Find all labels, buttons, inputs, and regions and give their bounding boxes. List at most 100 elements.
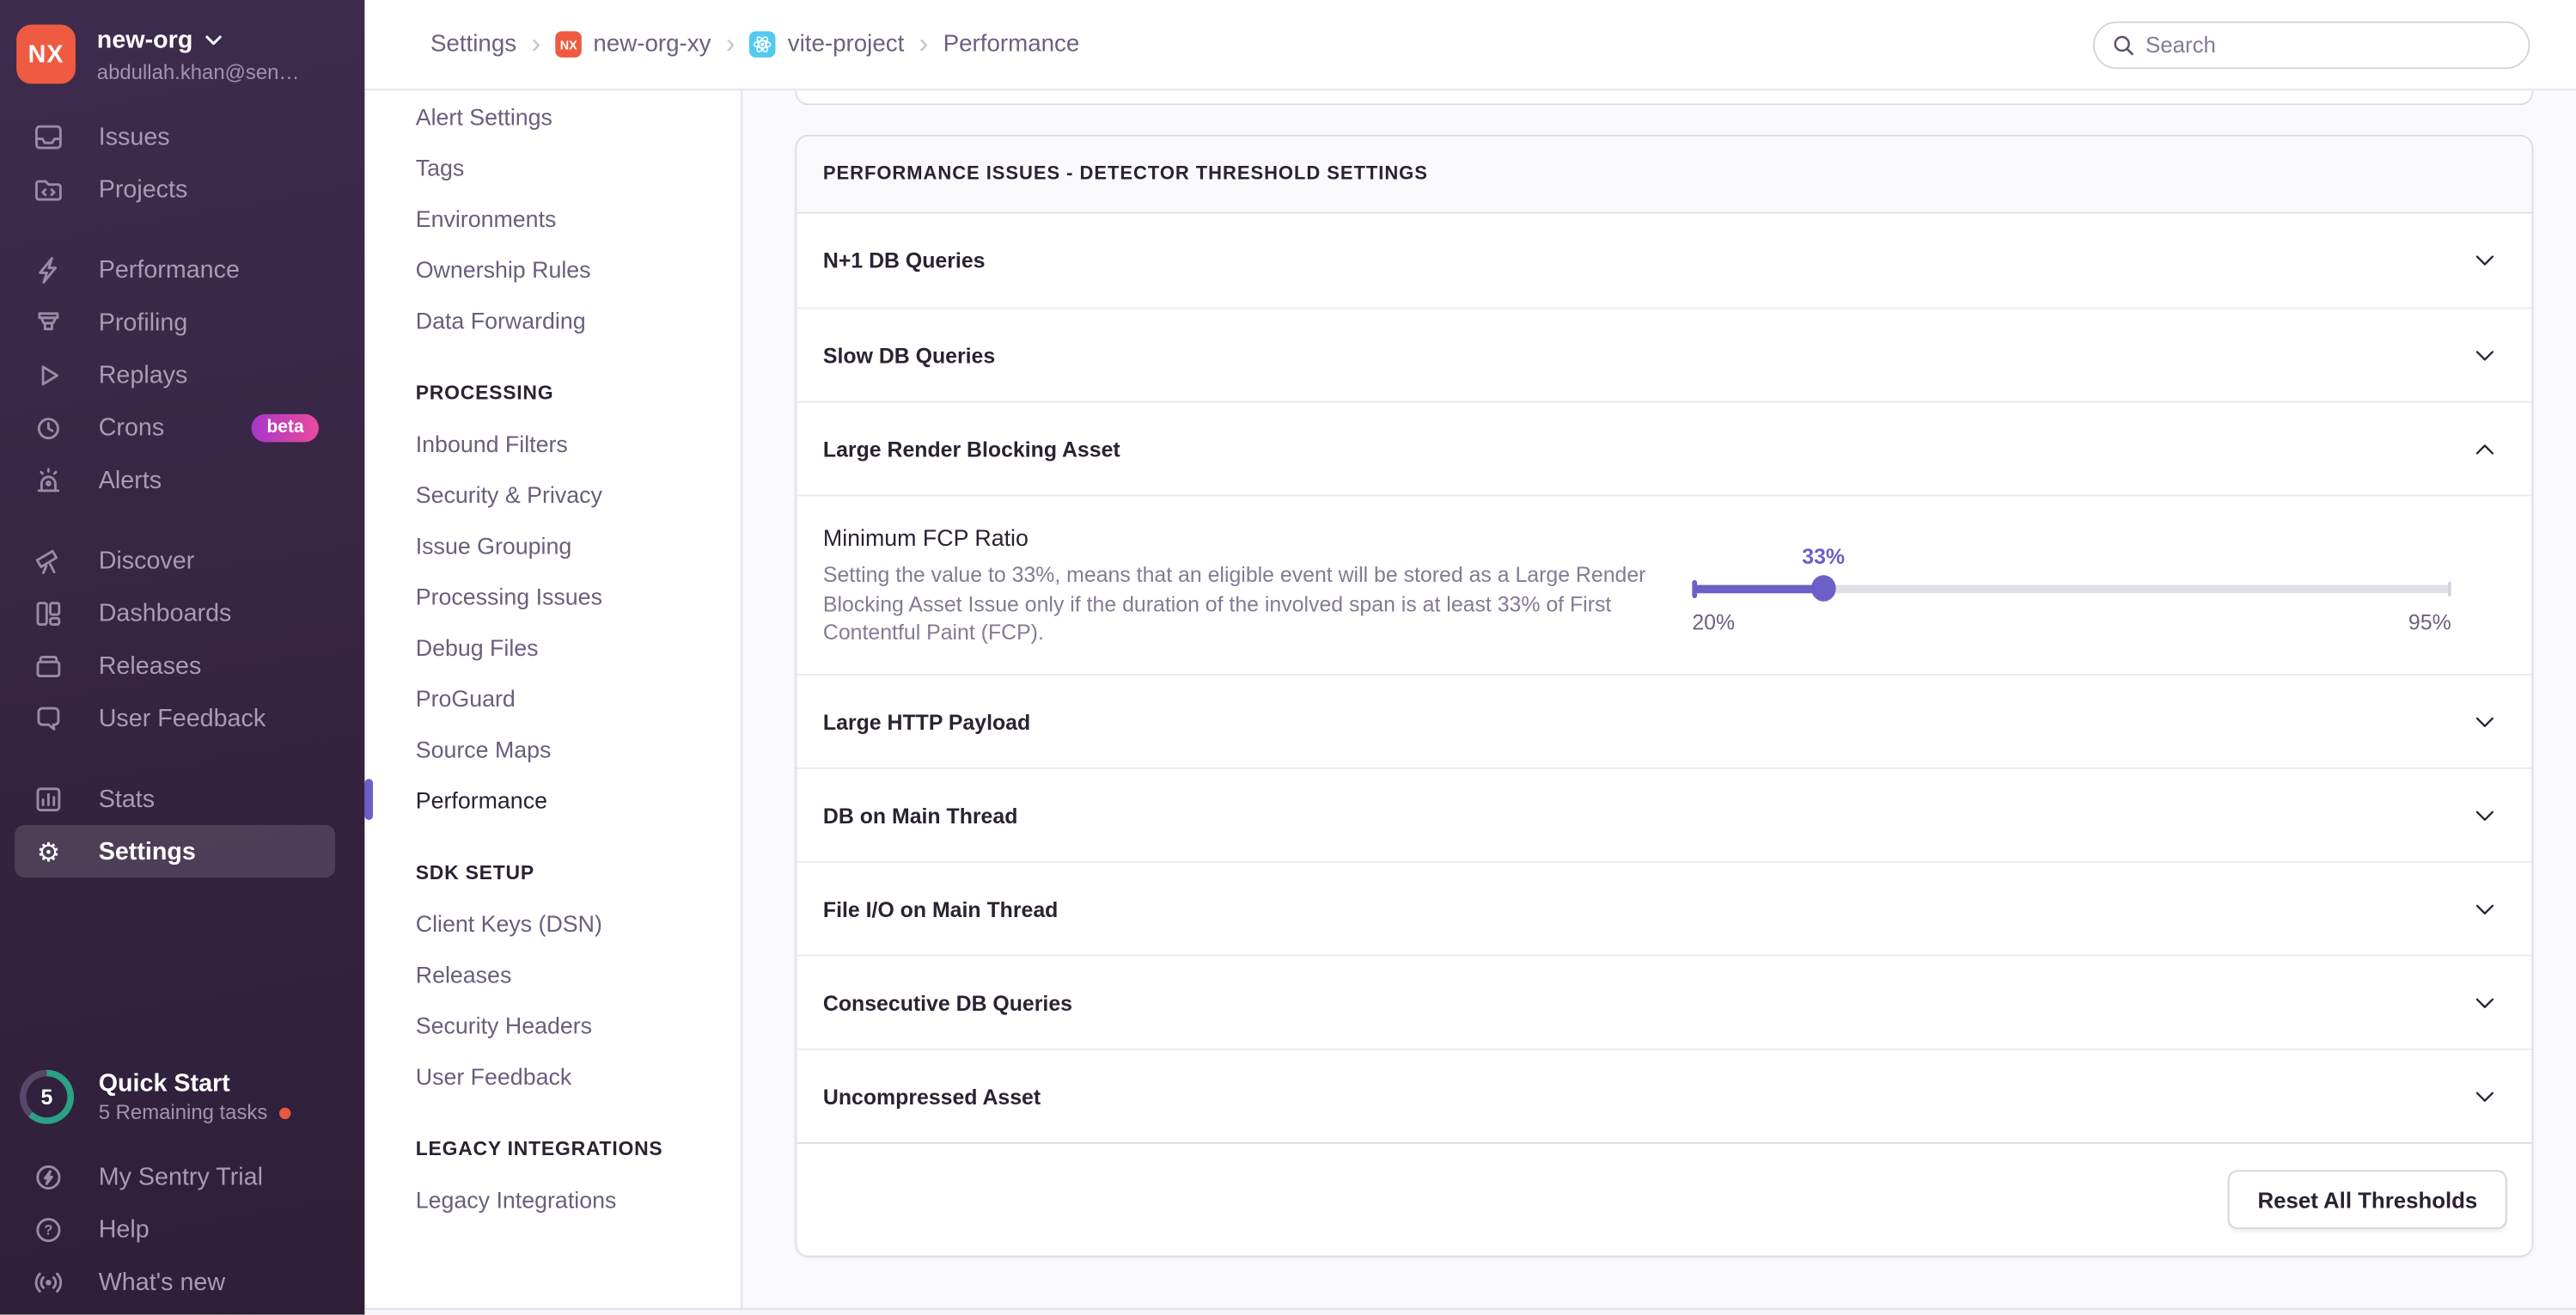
settings-nav-item-source-maps[interactable]: Source Maps: [416, 723, 742, 774]
dashboard-icon: [33, 597, 64, 628]
accordion-row-large-http-payload[interactable]: Large HTTP Payload: [797, 673, 2532, 768]
sidebar-item-label: Dashboards: [98, 598, 232, 627]
next-panel-top-edge: [364, 1306, 2576, 1315]
sidebar-item-performance[interactable]: Performance: [0, 243, 364, 296]
sidebar-item-label: Issues: [98, 122, 170, 150]
archive-box-icon: [33, 650, 64, 681]
chevron-down-icon: [2473, 803, 2498, 828]
sidebar-item-label: Alerts: [98, 466, 162, 494]
feedback-bubble-icon: [33, 702, 64, 733]
sidebar-item-label: Projects: [98, 174, 188, 204]
sidebar-item-label: Discover: [98, 546, 195, 575]
sidebar-item-label: Crons: [98, 413, 165, 442]
sidebar-item-releases[interactable]: Releases: [0, 639, 364, 692]
sidebar-item-label: Settings: [98, 837, 196, 865]
settings-nav-item-inbound-filters[interactable]: Inbound Filters: [416, 418, 742, 468]
accordion-row-uncompressed-asset[interactable]: Uncompressed Asset: [797, 1048, 2532, 1142]
sidebar-item-projects[interactable]: Projects: [0, 162, 364, 215]
sidebar-item-label: Profiling: [98, 308, 188, 337]
breadcrumb-separator: ›: [725, 27, 736, 58]
settings-content: PERFORMANCE ISSUES - DETECTOR THRESHOLD …: [742, 90, 2576, 1315]
siren-icon: [33, 464, 64, 495]
accordion-row-consecutive-db-queries[interactable]: Consecutive DB Queries: [797, 954, 2532, 1049]
search-icon: [2111, 32, 2136, 57]
settings-nav-item-proguard[interactable]: ProGuard: [416, 672, 742, 723]
slider-max-label: 95%: [2408, 609, 2451, 635]
sidebar-item-crons[interactable]: Crons beta: [0, 401, 364, 454]
quick-start[interactable]: 5 Quick Start 5 Remaining tasks: [0, 1069, 364, 1124]
sidebar-item-user-feedback[interactable]: User Feedback: [0, 692, 364, 744]
org-switcher[interactable]: NX new-org abdullah.khan@sen…: [0, 0, 364, 84]
bar-chart-icon: [33, 783, 64, 814]
sidebar-item-dashboards[interactable]: Dashboards: [0, 587, 364, 639]
sidebar-item-label: Replays: [98, 360, 188, 389]
app-sidebar: NX new-org abdullah.khan@sen… Issues Pro…: [0, 0, 365, 1315]
breadcrumb-performance[interactable]: Performance: [943, 31, 1080, 58]
settings-nav: Alert Settings Tags Environments Ownersh…: [364, 90, 743, 1315]
sidebar-item-label: Performance: [98, 255, 240, 284]
user-email: abdullah.khan@sen…: [96, 60, 300, 84]
chevron-down-icon: [2473, 896, 2498, 921]
org-avatar: NX: [16, 24, 76, 84]
settings-nav-item-releases[interactable]: Releases: [416, 948, 742, 999]
settings-nav-item-security-headers[interactable]: Security Headers: [416, 999, 742, 1049]
accordion-row-db-on-main-thread[interactable]: DB on Main Thread: [797, 767, 2532, 861]
sidebar-item-discover[interactable]: Discover: [0, 534, 364, 586]
play-icon: [33, 359, 64, 390]
slider-min-label: 20%: [1692, 609, 1736, 635]
sidebar-item-label: User Feedback: [98, 704, 266, 732]
settings-nav-item-tags[interactable]: Tags: [416, 141, 742, 192]
accordion-row-file-io-on-main-thread[interactable]: File I/O on Main Thread: [797, 860, 2532, 955]
detector-threshold-panel: PERFORMANCE ISSUES - DETECTOR THRESHOLD …: [795, 134, 2534, 1257]
sidebar-item-settings[interactable]: ⚙ Settings: [15, 824, 336, 878]
sidebar-item-alerts[interactable]: Alerts: [0, 454, 364, 506]
reset-all-thresholds-button[interactable]: Reset All Thresholds: [2228, 1170, 2507, 1230]
slider-track[interactable]: [1692, 579, 2451, 598]
settings-nav-section-legacy-integrations: LEGACY INTEGRATIONS: [415, 1137, 663, 1160]
sidebar-item-whats-new[interactable]: What's new: [0, 1256, 364, 1308]
chevron-down-icon: [2473, 709, 2498, 734]
settings-nav-item-issue-grouping[interactable]: Issue Grouping: [416, 519, 742, 570]
clock-icon: [33, 412, 64, 443]
settings-nav-item-environments[interactable]: Environments: [416, 193, 742, 243]
sidebar-item-help[interactable]: ? Help: [0, 1203, 364, 1256]
settings-nav-section-sdk-setup: SDK SETUP: [415, 860, 534, 884]
slider-thumb[interactable]: [1810, 575, 1836, 602]
sidebar-item-profiling[interactable]: Profiling: [0, 296, 364, 348]
settings-nav-item-security-privacy[interactable]: Security & Privacy: [416, 468, 742, 519]
field-description: Setting the value to 33%, means that an …: [822, 561, 1646, 645]
settings-nav-item-ownership-rules[interactable]: Ownership Rules: [416, 243, 742, 294]
accordion-row-slow-db-queries[interactable]: Slow DB Queries: [797, 307, 2532, 401]
previous-panel-bottom: [795, 90, 2534, 106]
settings-nav-item-client-keys[interactable]: Client Keys (DSN): [416, 897, 742, 948]
breadcrumb-settings[interactable]: Settings: [430, 31, 516, 58]
sidebar-item-label: Help: [98, 1214, 150, 1244]
sidebar-item-label: My Sentry Trial: [98, 1162, 263, 1191]
breadcrumb-organization[interactable]: NX new-org-xy: [555, 31, 711, 58]
accordion-row-large-render-blocking-asset[interactable]: Large Render Blocking Asset: [797, 401, 2532, 495]
sidebar-item-issues[interactable]: Issues: [0, 110, 364, 162]
chevron-down-icon: [2473, 1084, 2498, 1109]
sidebar-item-my-sentry-trial[interactable]: My Sentry Trial: [0, 1150, 364, 1202]
settings-nav-item-alert-settings[interactable]: Alert Settings: [416, 90, 742, 141]
settings-nav-item-debug-files[interactable]: Debug Files: [416, 621, 742, 672]
sidebar-item-label: Stats: [98, 784, 156, 813]
settings-nav-item-user-feedback[interactable]: User Feedback: [416, 1050, 742, 1101]
sidebar-item-replays[interactable]: Replays: [0, 348, 364, 401]
telescope-icon: [33, 545, 64, 576]
settings-nav-item-data-forwarding[interactable]: Data Forwarding: [416, 294, 742, 345]
issues-icon: [33, 121, 64, 152]
org-badge: NX: [555, 31, 582, 58]
settings-nav-section-processing: PROCESSING: [415, 381, 554, 405]
breadcrumb-project[interactable]: vite-project: [749, 31, 904, 58]
settings-nav-item-legacy-integrations[interactable]: Legacy Integrations: [416, 1173, 742, 1224]
search-input[interactable]: [2092, 20, 2530, 69]
accordion-row-n1-db-queries[interactable]: N+1 DB Queries: [797, 213, 2532, 308]
quick-start-count: 5: [40, 1084, 53, 1110]
main-region: Settings › NX new-org-xy › vite-project …: [364, 0, 2576, 1315]
projects-icon: [33, 174, 64, 205]
broadcast-icon: [33, 1266, 64, 1297]
settings-nav-item-performance[interactable]: Performance: [364, 774, 742, 825]
sidebar-item-stats[interactable]: Stats: [0, 773, 364, 825]
settings-nav-item-processing-issues[interactable]: Processing Issues: [416, 570, 742, 621]
